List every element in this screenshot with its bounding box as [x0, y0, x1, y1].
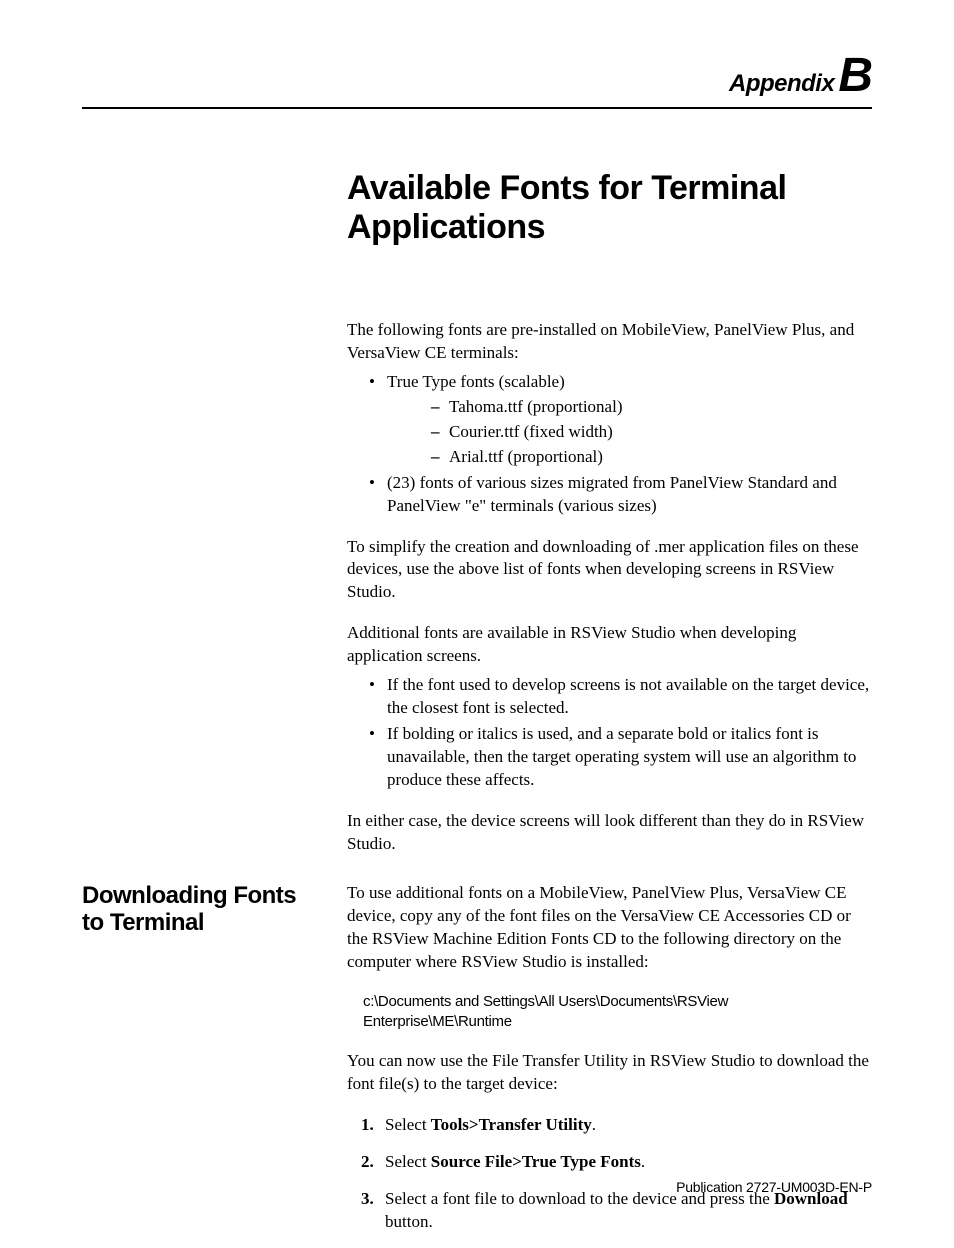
list-item: True Type fonts (scalable) Tahoma.ttf (p…: [347, 371, 872, 469]
section-heading-downloading: Downloading Fonts to Terminal: [82, 882, 347, 937]
list-item: If bolding or italics is used, and a sep…: [347, 723, 872, 792]
list-item: Courier.ttf (fixed width): [387, 421, 872, 444]
page-title: Available Fonts for Terminal Application…: [347, 169, 872, 247]
appendix-letter: B: [838, 49, 872, 102]
publication-footer: Publication 2727-UM003D-EN-P: [676, 1179, 872, 1195]
step-text: Select: [385, 1115, 431, 1134]
step-text: button.: [385, 1212, 433, 1231]
paragraph-either: In either case, the device screens will …: [347, 810, 872, 856]
caveat-list: If the font used to develop screens is n…: [347, 674, 872, 792]
list-text: True Type fonts (scalable): [387, 372, 565, 391]
sub-list: Tahoma.ttf (proportional) Courier.ttf (f…: [387, 396, 872, 469]
paragraph-simplify: To simplify the creation and downloading…: [347, 536, 872, 605]
list-item: If the font used to develop screens is n…: [347, 674, 872, 720]
appendix-label: Appendix: [729, 70, 834, 97]
page-header: Appendix B: [82, 48, 872, 109]
step-text: Select: [385, 1152, 431, 1171]
file-path: c:\Documents and Settings\All Users\Docu…: [363, 992, 872, 1033]
list-item: Arial.ttf (proportional): [387, 446, 872, 469]
intro-paragraph: The following fonts are pre-installed on…: [347, 319, 872, 365]
steps-list: Select Tools>Transfer Utility. Select So…: [347, 1114, 872, 1234]
list-item: (23) fonts of various sizes migrated fro…: [347, 472, 872, 518]
step-bold: Tools>Transfer Utility: [431, 1115, 592, 1134]
paragraph-download-intro: To use additional fonts on a MobileView,…: [347, 882, 872, 974]
step-bold: Source File>True Type Fonts: [431, 1152, 641, 1171]
step-text: .: [592, 1115, 596, 1134]
list-item: Tahoma.ttf (proportional): [387, 396, 872, 419]
font-list: True Type fonts (scalable) Tahoma.ttf (p…: [347, 371, 872, 518]
paragraph-additional: Additional fonts are available in RSView…: [347, 622, 872, 668]
step-text: .: [641, 1152, 645, 1171]
step-item: Select Source File>True Type Fonts.: [347, 1151, 872, 1174]
step-item: Select Tools>Transfer Utility.: [347, 1114, 872, 1137]
paragraph-transfer: You can now use the File Transfer Utilit…: [347, 1050, 872, 1096]
